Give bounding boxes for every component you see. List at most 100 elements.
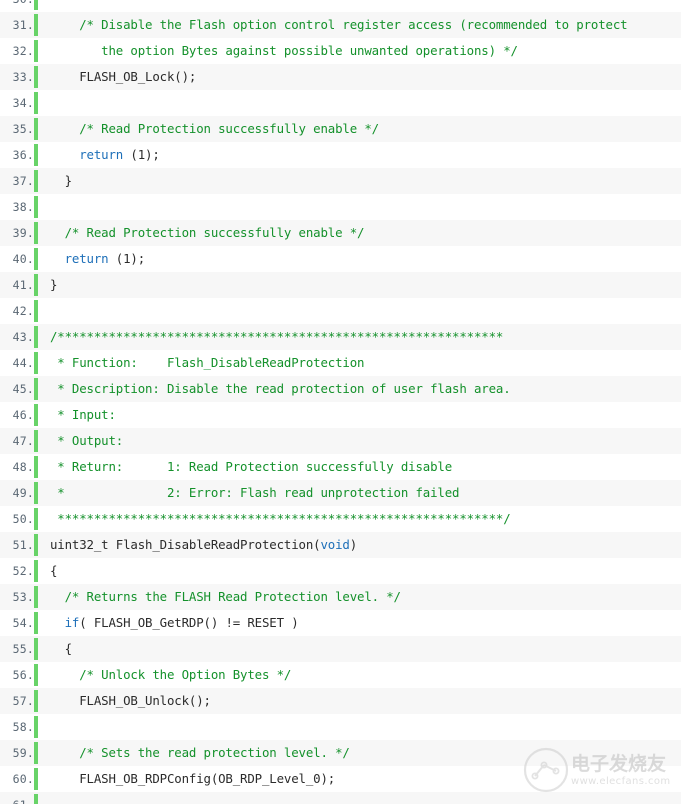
code-line-row[interactable]: 47. * Output: bbox=[0, 428, 681, 454]
code-line-row[interactable]: 53. /* Returns the FLASH Read Protection… bbox=[0, 584, 681, 610]
code-line-row[interactable]: 32. the option Bytes against possible un… bbox=[0, 38, 681, 64]
code-line-row[interactable]: 61. bbox=[0, 792, 681, 804]
code-line-text: } bbox=[44, 272, 681, 298]
line-number: 33. bbox=[0, 64, 34, 90]
code-listing: 30.31. /* Disable the Flash option contr… bbox=[0, 0, 681, 804]
code-line-row[interactable]: 30. bbox=[0, 0, 681, 12]
code-token-plain bbox=[50, 251, 65, 266]
change-marker-icon bbox=[34, 142, 44, 168]
line-number: 40. bbox=[0, 246, 34, 272]
line-number: 36. bbox=[0, 142, 34, 168]
line-number: 56. bbox=[0, 662, 34, 688]
code-line-text: FLASH_OB_RDPConfig(OB_RDP_Level_0); bbox=[44, 766, 681, 792]
code-line-text: * Description: Disable the read protecti… bbox=[44, 376, 681, 402]
line-number: 30. bbox=[0, 0, 34, 12]
change-marker-icon bbox=[34, 584, 44, 610]
change-marker-icon bbox=[34, 480, 44, 506]
code-line-text: return (1); bbox=[44, 246, 681, 272]
code-line-row[interactable]: 46. * Input: bbox=[0, 402, 681, 428]
code-line-row[interactable]: 39. /* Read Protection successfully enab… bbox=[0, 220, 681, 246]
code-token-comment: /* Unlock the Option Bytes */ bbox=[50, 667, 291, 682]
code-token-plain: FLASH_OB_Lock(); bbox=[50, 69, 196, 84]
code-token-plain: } bbox=[50, 277, 57, 292]
line-number: 43. bbox=[0, 324, 34, 350]
change-marker-icon bbox=[34, 272, 44, 298]
code-token-comment: /* Sets the read protection level. */ bbox=[50, 745, 350, 760]
change-marker-icon bbox=[34, 298, 44, 324]
code-line-row[interactable]: 43. /************************************… bbox=[0, 324, 681, 350]
change-marker-icon bbox=[34, 376, 44, 402]
code-token-comment: /* Read Protection successfully enable *… bbox=[50, 121, 379, 136]
code-line-row[interactable]: 34. bbox=[0, 90, 681, 116]
code-line-row[interactable]: 31. /* Disable the Flash option control … bbox=[0, 12, 681, 38]
change-marker-icon bbox=[34, 324, 44, 350]
code-line-row[interactable]: 56. /* Unlock the Option Bytes */ bbox=[0, 662, 681, 688]
change-marker-icon bbox=[34, 350, 44, 376]
code-line-text: /* Read Protection successfully enable *… bbox=[44, 220, 681, 246]
code-line-row[interactable]: 35. /* Read Protection successfully enab… bbox=[0, 116, 681, 142]
change-marker-icon bbox=[34, 38, 44, 64]
code-line-row[interactable]: 50. ************************************… bbox=[0, 506, 681, 532]
code-token-plain: ) bbox=[350, 537, 357, 552]
line-number: 48. bbox=[0, 454, 34, 480]
code-line-text: ****************************************… bbox=[44, 506, 681, 532]
code-token-comment: ****************************************… bbox=[50, 511, 511, 526]
line-number: 55. bbox=[0, 636, 34, 662]
change-marker-icon bbox=[34, 766, 44, 792]
code-token-comment: * Return: 1: Read Protection successfull… bbox=[50, 459, 452, 474]
code-token-plain bbox=[50, 615, 65, 630]
code-line-row[interactable]: 38. bbox=[0, 194, 681, 220]
line-number: 59. bbox=[0, 740, 34, 766]
change-marker-icon bbox=[34, 428, 44, 454]
code-line-text: FLASH_OB_Unlock(); bbox=[44, 688, 681, 714]
line-number: 39. bbox=[0, 220, 34, 246]
code-line-text: * Function: Flash_DisableReadProtection bbox=[44, 350, 681, 376]
code-line-text: { bbox=[44, 558, 681, 584]
code-line-row[interactable]: 33. FLASH_OB_Lock(); bbox=[0, 64, 681, 90]
line-number: 42. bbox=[0, 298, 34, 324]
code-line-text: uint32_t Flash_DisableReadProtection(voi… bbox=[44, 532, 681, 558]
code-token-keyword: return bbox=[65, 251, 109, 266]
code-line-row[interactable]: 55. { bbox=[0, 636, 681, 662]
code-line-text: /***************************************… bbox=[44, 324, 681, 350]
code-line-row[interactable]: 58. bbox=[0, 714, 681, 740]
code-line-row[interactable]: 40. return (1); bbox=[0, 246, 681, 272]
line-number: 41. bbox=[0, 272, 34, 298]
code-line-text: if( FLASH_OB_GetRDP() != RESET ) bbox=[44, 610, 681, 636]
code-line-text: * Input: bbox=[44, 402, 681, 428]
code-line-row[interactable]: 60. FLASH_OB_RDPConfig(OB_RDP_Level_0); bbox=[0, 766, 681, 792]
code-line-row[interactable]: 54. if( FLASH_OB_GetRDP() != RESET ) bbox=[0, 610, 681, 636]
code-line-row[interactable]: 59. /* Sets the read protection level. *… bbox=[0, 740, 681, 766]
code-line-row[interactable]: 37. } bbox=[0, 168, 681, 194]
code-line-row[interactable]: 42. bbox=[0, 298, 681, 324]
code-line-row[interactable]: 57. FLASH_OB_Unlock(); bbox=[0, 688, 681, 714]
code-token-comment: * Function: Flash_DisableReadProtection bbox=[50, 355, 364, 370]
code-line-row[interactable]: 51.uint32_t Flash_DisableReadProtection(… bbox=[0, 532, 681, 558]
code-line-row[interactable]: 49. * 2: Error: Flash read unprotection … bbox=[0, 480, 681, 506]
code-viewer[interactable]: 30.31. /* Disable the Flash option contr… bbox=[0, 0, 681, 804]
code-line-row[interactable]: 45. * Description: Disable the read prot… bbox=[0, 376, 681, 402]
change-marker-icon bbox=[34, 454, 44, 480]
line-number: 38. bbox=[0, 194, 34, 220]
line-number: 53. bbox=[0, 584, 34, 610]
change-marker-icon bbox=[34, 12, 44, 38]
code-line-row[interactable]: 48. * Return: 1: Read Protection success… bbox=[0, 454, 681, 480]
code-line-text: /* Unlock the Option Bytes */ bbox=[44, 662, 681, 688]
line-number: 45. bbox=[0, 376, 34, 402]
code-line-row[interactable]: 36. return (1); bbox=[0, 142, 681, 168]
line-number: 50. bbox=[0, 506, 34, 532]
line-number: 46. bbox=[0, 402, 34, 428]
code-token-plain: (1); bbox=[108, 251, 145, 266]
change-marker-icon bbox=[34, 740, 44, 766]
line-number: 34. bbox=[0, 90, 34, 116]
code-line-row[interactable]: 52. { bbox=[0, 558, 681, 584]
change-marker-icon bbox=[34, 246, 44, 272]
code-line-row[interactable]: 44. * Function: Flash_DisableReadProtect… bbox=[0, 350, 681, 376]
line-number: 52. bbox=[0, 558, 34, 584]
change-marker-icon bbox=[34, 116, 44, 142]
code-line-text: * Return: 1: Read Protection successfull… bbox=[44, 454, 681, 480]
change-marker-icon bbox=[34, 506, 44, 532]
change-marker-icon bbox=[34, 0, 44, 12]
code-line-text: * 2: Error: Flash read unprotection fail… bbox=[44, 480, 681, 506]
code-line-row[interactable]: 41.} bbox=[0, 272, 681, 298]
